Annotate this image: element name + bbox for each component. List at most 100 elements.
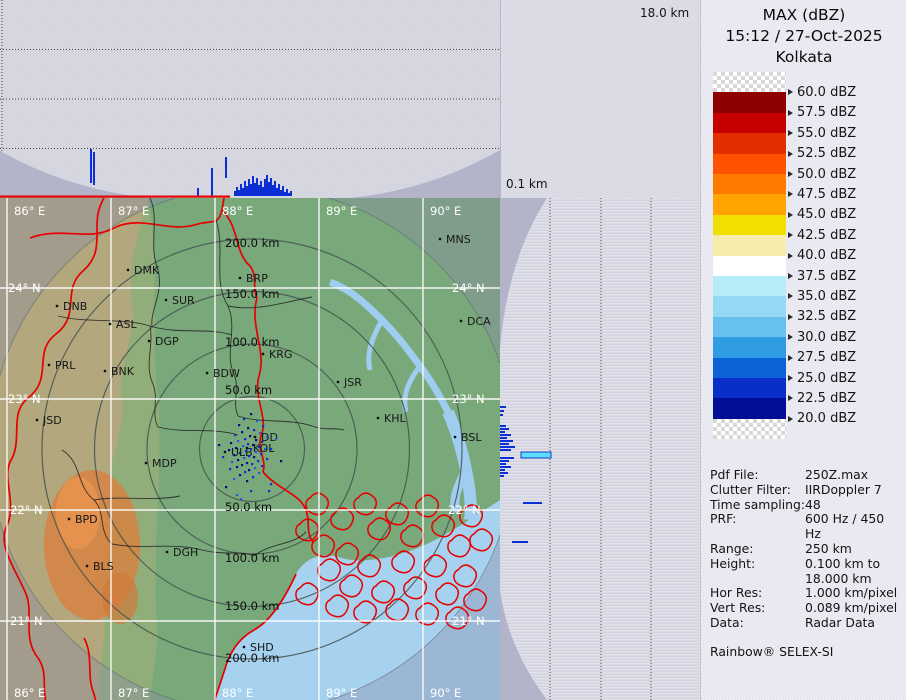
legend-label: 20.0 dBZ xyxy=(788,411,856,427)
echo-bar xyxy=(238,190,240,196)
city-dot xyxy=(239,277,241,279)
metadata-label: PRF: xyxy=(710,512,805,542)
echo-bar xyxy=(500,440,513,442)
legend-label-text: 32.5 dBZ xyxy=(797,309,856,324)
echo-bar xyxy=(500,457,514,459)
city-label: BLS xyxy=(93,560,114,573)
legend-band xyxy=(713,337,786,357)
legend-label-text: 40.0 dBZ xyxy=(797,248,856,263)
legend-label: 60.0 dBZ xyxy=(788,84,856,100)
echo-dot xyxy=(253,429,255,431)
echo-dot xyxy=(241,464,243,466)
metadata-label: Pdf File: xyxy=(710,468,805,483)
echo-bar xyxy=(240,184,242,196)
echo-dot xyxy=(259,432,261,434)
echo-dot xyxy=(255,451,257,453)
city-dot xyxy=(165,299,167,301)
city-label: PRL xyxy=(55,359,76,372)
lat-label: 22° N xyxy=(448,503,481,517)
lat-label: 24° N xyxy=(8,281,41,295)
echo-dot xyxy=(233,454,235,456)
city-dot xyxy=(56,305,58,307)
metadata-value: 0.089 km/pixel xyxy=(805,601,902,616)
legend-band xyxy=(713,215,786,235)
echo-bar xyxy=(288,193,290,196)
echo-bar xyxy=(500,469,505,471)
range-ring-label: 50.0 km xyxy=(225,383,272,397)
legend-label-text: 50.0 dBZ xyxy=(797,167,856,182)
echo-bar xyxy=(256,178,258,196)
lon-label: 87° E xyxy=(118,686,149,700)
city-label: BSL xyxy=(461,431,482,444)
legend-label: 55.0 dBZ xyxy=(788,125,856,141)
echo-bar xyxy=(272,185,274,196)
echo-dot xyxy=(244,471,246,473)
echo-dot xyxy=(260,453,262,455)
echo-dot xyxy=(262,425,264,427)
lon-label: 90° E xyxy=(430,686,461,700)
echo-dot xyxy=(266,436,268,438)
metadata-footer: Rainbow® SELEX-SI xyxy=(710,645,902,660)
city-label: DGH xyxy=(173,546,198,559)
echo-bar xyxy=(252,176,254,196)
city-dot xyxy=(166,551,168,553)
legend-label: 37.5 dBZ xyxy=(788,268,856,284)
echo-bar xyxy=(500,475,504,477)
city-dot xyxy=(127,269,129,271)
echo-bar xyxy=(266,175,268,196)
city-label: SHD xyxy=(250,641,274,654)
lat-label: 21° N xyxy=(452,614,485,628)
coverage-wedge xyxy=(500,198,547,348)
echo-dot xyxy=(229,468,231,470)
metadata-value: Radar Data xyxy=(805,616,902,631)
legend-band xyxy=(713,113,786,133)
echo-bar xyxy=(268,182,270,196)
lon-label: 87° E xyxy=(118,204,149,218)
legend-band xyxy=(713,72,786,92)
lat-label: 23° N xyxy=(452,392,485,406)
echo-dot xyxy=(218,444,220,446)
legend-label-text: 37.5 dBZ xyxy=(797,269,856,284)
range-ring-label: 150.0 km xyxy=(225,287,279,301)
max-height-label: 18.0 km xyxy=(640,6,689,20)
echo-dot xyxy=(244,438,246,440)
echo-dot xyxy=(234,434,236,436)
echo-dot xyxy=(261,465,263,467)
city-dot xyxy=(243,646,245,648)
legend-label: 25.0 dBZ xyxy=(788,370,856,386)
echo-bar xyxy=(276,188,278,196)
echo-dot xyxy=(231,461,233,463)
map-panel: 86° E86° E87° E87° E88° E88° E89° E89° E… xyxy=(0,198,500,700)
metadata-value: IIRDoppler 7 xyxy=(805,483,902,498)
echo-dot xyxy=(280,460,282,462)
echo-dot xyxy=(256,420,258,422)
echo-bar xyxy=(290,191,292,196)
city-label: JSD xyxy=(42,414,62,427)
city-label: KHL xyxy=(384,412,406,425)
echo-bar xyxy=(260,181,262,196)
city-dot xyxy=(262,353,264,355)
city-label: DCA xyxy=(467,315,491,328)
coverage-wedge xyxy=(0,151,150,198)
legend-tick-icon xyxy=(788,395,793,401)
legend-band xyxy=(713,235,786,255)
lat-label: 23° N xyxy=(8,392,41,406)
city-dot xyxy=(36,419,38,421)
legend-tick-icon xyxy=(788,273,793,279)
echo-dot xyxy=(225,486,227,488)
metadata-row: Clutter Filter:IIRDoppler 7 xyxy=(710,483,902,498)
metadata-value: 250Z.max xyxy=(805,468,902,483)
city-dot xyxy=(460,320,462,322)
legend-label-text: 25.0 dBZ xyxy=(797,371,856,386)
echo-bar xyxy=(500,431,505,433)
legend-band xyxy=(713,256,786,276)
echo-bar xyxy=(211,168,213,196)
city-dot xyxy=(48,364,50,366)
echo-bar xyxy=(500,460,509,462)
echo-bar xyxy=(254,183,256,196)
legend-tick-icon xyxy=(788,151,793,157)
echo-dot xyxy=(250,448,252,450)
echo-dot xyxy=(252,444,254,446)
legend-label-text: 55.0 dBZ xyxy=(797,126,856,141)
legend-tick-icon xyxy=(788,191,793,197)
